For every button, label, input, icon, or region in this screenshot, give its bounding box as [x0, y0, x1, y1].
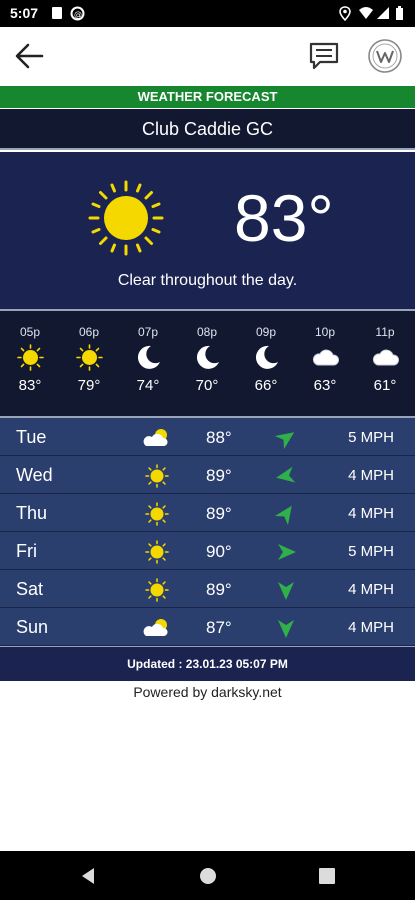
hour-temp: 79° [77, 377, 101, 394]
daily-row: Sun 87° 4 MPH [0, 608, 415, 646]
app-bar [0, 27, 415, 85]
hour-temp: 83° [18, 377, 42, 394]
wind-speed: 5 MPH [348, 429, 394, 446]
wind-direction-icon [276, 466, 296, 483]
cloud-icon [312, 349, 339, 366]
nav-home-icon[interactable] [196, 864, 220, 888]
day-temp: 89° [206, 466, 232, 485]
status-bar: 5:07 @ [0, 0, 415, 27]
day-name: Fri [16, 541, 37, 561]
hourly-item: 11p 61° [355, 311, 415, 416]
day-name: Tue [16, 427, 47, 447]
wind-direction-icon [274, 505, 292, 526]
hour-temp: 70° [195, 377, 219, 394]
hour-time: 09p [255, 325, 277, 339]
powered-by-link[interactable]: Powered by darksky.net [0, 684, 415, 700]
back-arrow-icon[interactable] [12, 39, 48, 73]
hourly-item: 07p 74° [118, 311, 178, 416]
daily-forecast: Tue 88° 5 MPH Wed 89° 4 MPH Thu 89° 4 MP… [0, 418, 415, 646]
wind-speed: 4 MPH [348, 505, 394, 522]
hour-temp: 74° [136, 377, 160, 394]
course-name: Club Caddie GC [0, 109, 415, 150]
wifi-icon [359, 7, 373, 19]
daily-row: Wed 89° 4 MPH [0, 456, 415, 494]
daily-row: Thu 89° 4 MPH [0, 494, 415, 532]
battery-icon [396, 6, 403, 20]
sun-icon [145, 578, 169, 602]
wind-direction-icon [274, 432, 295, 450]
daily-row: Sat 89° 4 MPH [0, 570, 415, 608]
moon-icon [137, 345, 160, 369]
data-saver-icon: @ [70, 6, 85, 21]
wind-speed: 4 MPH [348, 467, 394, 484]
hour-time: 05p [19, 325, 41, 339]
club-logo-icon[interactable] [366, 37, 404, 75]
wind-speed: 4 MPH [348, 581, 394, 598]
forecast-banner: WEATHER FORECAST [0, 86, 415, 108]
hourly-forecast: 05p 83° 06p 79° 07p 74° 08p 70° 09p 66° … [0, 311, 415, 416]
day-name: Sun [16, 617, 49, 637]
location-icon [339, 6, 351, 21]
wind-speed: 5 MPH [348, 543, 394, 560]
day-temp: 87° [206, 618, 232, 637]
svg-text:@: @ [74, 10, 82, 19]
hour-time: 06p [78, 325, 100, 339]
hour-time: 07p [137, 325, 159, 339]
wind-direction-icon [278, 544, 296, 560]
day-temp: 89° [206, 504, 232, 523]
day-name: Thu [16, 503, 48, 523]
moon-icon [196, 345, 219, 369]
signal-icon [377, 7, 389, 19]
hour-temp: 63° [313, 377, 337, 394]
wind-direction-icon [278, 620, 294, 638]
wind-speed: 4 MPH [348, 619, 394, 636]
nav-back-icon[interactable] [76, 864, 100, 888]
cloud-icon [372, 349, 399, 366]
status-time: 5:07 [10, 5, 39, 21]
sun-icon [145, 502, 169, 526]
hourly-item: 08p 70° [177, 311, 237, 416]
daily-row: Fri 90° 5 MPH [0, 532, 415, 570]
hour-time: 08p [196, 325, 218, 339]
day-temp: 90° [206, 542, 232, 561]
sun-icon [88, 180, 164, 256]
wind-direction-icon [278, 582, 294, 600]
hourly-item: 10p 63° [295, 311, 355, 416]
sim-card-icon [52, 7, 62, 19]
hour-time: 10p [314, 325, 336, 339]
nav-recents-icon[interactable] [315, 864, 339, 888]
sun-icon [145, 540, 169, 564]
updated-timestamp: Updated : 23.01.23 05:07 PM [0, 646, 415, 681]
day-temp: 88° [206, 428, 232, 447]
daily-row: Tue 88° 5 MPH [0, 418, 415, 456]
day-name: Wed [16, 465, 53, 485]
hour-time: 11p [375, 325, 395, 339]
current-summary: Clear throughout the day. [117, 272, 298, 289]
sun-icon [145, 464, 169, 488]
hourly-item: 05p 83° [0, 311, 60, 416]
chat-icon[interactable] [306, 40, 342, 72]
hour-temp: 61° [373, 377, 397, 394]
hour-temp: 66° [254, 377, 278, 394]
hourly-item: 06p 79° [59, 311, 119, 416]
current-temperature: 83° [234, 181, 334, 255]
sun-icon [76, 344, 103, 371]
sun-icon [17, 344, 44, 371]
day-temp: 89° [206, 580, 232, 599]
partly-cloudy-icon [143, 619, 168, 636]
system-nav-bar [0, 851, 415, 900]
partly-cloudy-icon [143, 429, 168, 446]
hourly-item: 09p 66° [236, 311, 296, 416]
moon-icon [255, 345, 278, 369]
day-name: Sat [16, 579, 44, 599]
